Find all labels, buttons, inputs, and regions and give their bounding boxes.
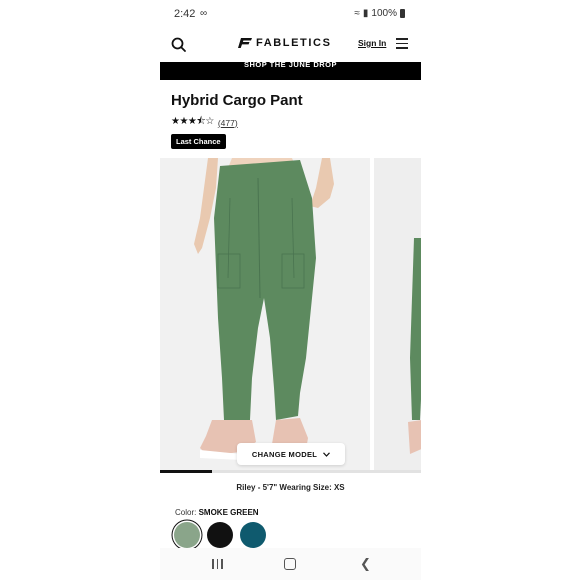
status-icons: ≈ ▮ 100%	[354, 8, 405, 19]
gallery-progress	[160, 470, 421, 473]
color-label: Color:	[175, 508, 197, 517]
status-time: 2:42	[174, 8, 196, 20]
chevron-down-icon	[323, 451, 331, 457]
phone-screen: 2:42 ∞ ≈ ▮ 100% FABLETICS Sign In SHOP T…	[160, 0, 421, 580]
sign-in-link[interactable]: Sign In	[358, 38, 386, 48]
rating-stars-icon: ★★★⯪☆	[171, 116, 214, 127]
product-image-next[interactable]	[374, 158, 421, 472]
hamburger-menu-icon[interactable]	[396, 38, 408, 50]
change-model-label: CHANGE MODEL	[251, 449, 318, 459]
color-swatch-smoke-green[interactable]	[174, 522, 200, 548]
model-caption: Riley - 5'7" Wearing Size: XS	[236, 483, 345, 492]
promo-banner[interactable]: SHOP THE JUNE DROP	[160, 62, 421, 80]
color-swatch-teal[interactable]	[240, 522, 266, 548]
link-icon: ∞	[200, 8, 208, 19]
product-title: Hybrid Cargo Pant	[171, 92, 303, 109]
recents-icon[interactable]	[212, 559, 224, 569]
gallery-progress-fill	[160, 470, 213, 473]
color-swatch-black[interactable]	[207, 522, 233, 548]
brand-logo[interactable]: FABLETICS	[238, 37, 332, 49]
signal-icon: ▮	[362, 8, 369, 19]
product-gallery[interactable]	[160, 158, 421, 472]
status-bar: 2:42 ∞ ≈ ▮ 100%	[160, 0, 421, 28]
wifi-icon: ≈	[354, 8, 360, 19]
site-header: FABLETICS Sign In	[160, 28, 421, 60]
color-swatches	[174, 522, 266, 548]
review-count-link[interactable]: (477)	[218, 118, 238, 128]
search-icon[interactable]	[170, 36, 188, 54]
product-rating[interactable]: ★★★⯪☆ (477)	[171, 114, 238, 131]
color-name: SMOKE GREEN	[198, 508, 259, 517]
android-nav-bar: ❮	[160, 548, 421, 580]
product-image-main[interactable]	[160, 158, 370, 472]
brand-name: FABLETICS	[256, 37, 332, 49]
back-icon[interactable]: ❮	[360, 556, 371, 572]
home-icon[interactable]	[284, 558, 296, 570]
battery-icon	[400, 9, 405, 18]
battery-percent: 100%	[371, 8, 397, 19]
brand-mark-icon	[238, 38, 252, 48]
change-model-button[interactable]: CHANGE MODEL	[237, 443, 345, 465]
color-label-row: Color: SMOKE GREEN	[175, 508, 259, 517]
last-chance-badge: Last Chance	[171, 134, 226, 149]
